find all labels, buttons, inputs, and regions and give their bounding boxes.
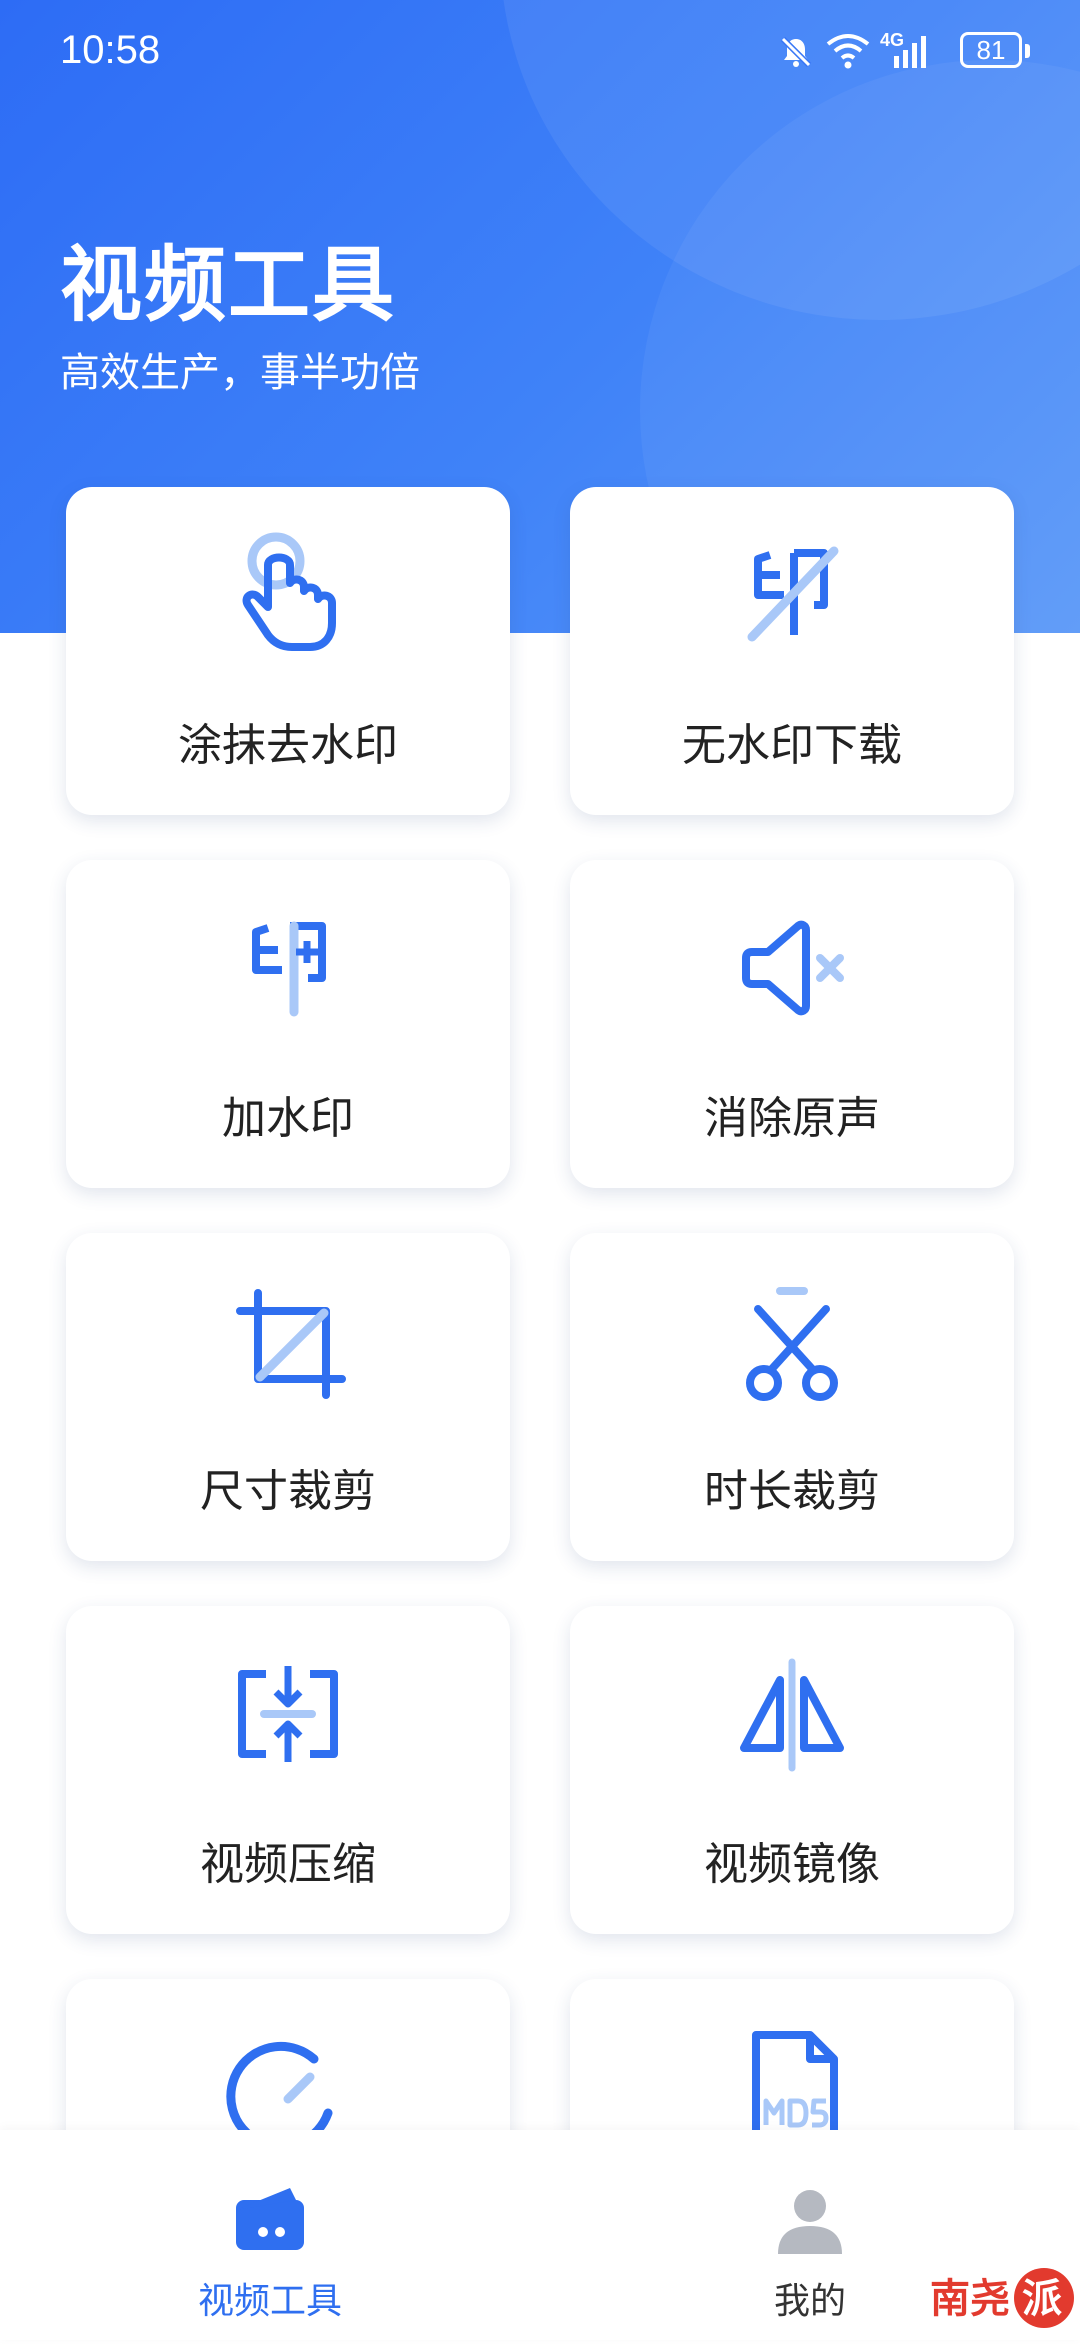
nav-label: 我的: [773, 2281, 846, 2322]
tool-label: 时长裁剪: [704, 1466, 880, 1517]
compress-icon: [238, 1666, 338, 1762]
site-logo: 南尧 派: [930, 2268, 1074, 2328]
battery-indicator: 81: [960, 32, 1022, 68]
tool-card-no-watermark-download[interactable]: 无水印下载: [570, 487, 1014, 815]
mute-icon: [742, 920, 844, 1016]
profile-icon: [778, 2190, 842, 2254]
tool-label: 视频压缩: [200, 1839, 376, 1890]
svg-text:南尧: 南尧: [930, 2276, 1010, 2322]
battery-cap: [1025, 44, 1030, 58]
tool-label: 涂抹去水印: [178, 720, 398, 771]
tool-card-add-watermark[interactable]: 加水印: [66, 860, 510, 1188]
tool-label: 加水印: [222, 1093, 354, 1144]
no-watermark-icon: [747, 546, 839, 642]
nav-label: 视频工具: [197, 2281, 342, 2322]
tap-finger-icon: [242, 532, 336, 651]
tool-card-size-crop[interactable]: 尺寸裁剪: [66, 1233, 510, 1561]
page-title: 视频工具: [60, 238, 397, 333]
video-tools-icon: [236, 2188, 304, 2250]
tool-label: 消除原声: [704, 1093, 880, 1144]
mute-bell-icon: [780, 36, 812, 68]
tool-label: 尺寸裁剪: [200, 1466, 376, 1517]
bottom-nav: 视频工具 我的: [0, 2130, 1080, 2340]
page-subtitle: 高效生产，事半功倍: [60, 350, 420, 396]
svg-text:派: 派: [1022, 2276, 1062, 2322]
scissors-icon: [746, 1287, 838, 1401]
nav-item-video-tools[interactable]: 视频工具: [120, 2130, 420, 2340]
mirror-icon: [740, 1658, 844, 1772]
tool-label: 无水印下载: [682, 720, 902, 771]
status-time: 10:58: [60, 28, 161, 72]
add-watermark-icon: [252, 921, 326, 1017]
tool-card-duration-trim[interactable]: 时长裁剪: [570, 1233, 1014, 1561]
tool-card-video-compress[interactable]: 视频压缩: [66, 1606, 510, 1934]
tool-label: 视频镜像: [704, 1839, 880, 1890]
status-bar: 10:58 4G 81: [0, 0, 1080, 105]
signal-icon: [894, 36, 926, 68]
tool-card-remove-audio[interactable]: 消除原声: [570, 860, 1014, 1188]
site-watermark: 南尧 派: [926, 2262, 1076, 2340]
tool-card-video-mirror[interactable]: 视频镜像: [570, 1606, 1014, 1934]
wifi-icon: [826, 34, 870, 69]
tool-card-smear-remove-watermark[interactable]: 涂抹去水印: [66, 487, 510, 815]
nav-item-mine[interactable]: 我的: [660, 2130, 960, 2340]
crop-icon: [236, 1289, 346, 1399]
